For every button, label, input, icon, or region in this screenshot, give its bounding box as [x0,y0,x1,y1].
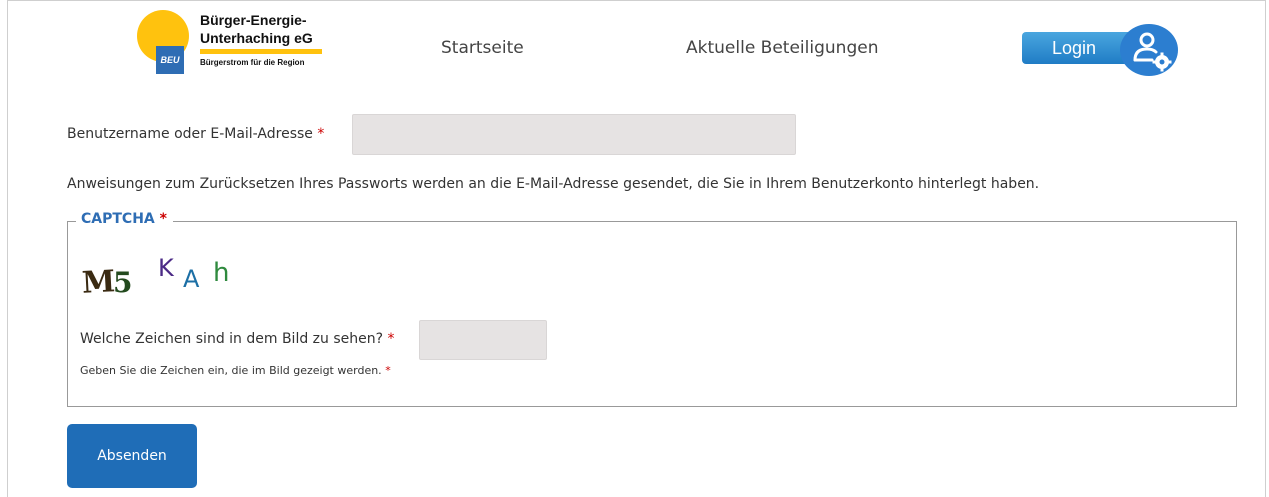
nav-aktuelle-beteiligungen[interactable]: Aktuelle Beteiligungen [686,38,878,58]
user-gear-icon[interactable] [1120,24,1178,76]
captcha-help-text: Geben Sie die Zeichen ein, die im Bild g… [80,364,391,377]
svg-text:K: K [158,254,175,282]
captcha-help-text-content: Geben Sie die Zeichen ein, die im Bild g… [80,364,382,377]
svg-text:M: M [81,264,116,296]
logo-name-line1: Bürger-Energie- [200,12,307,28]
captcha-question-text: Welche Zeichen sind in dem Bild zu sehen… [80,331,384,347]
username-input[interactable] [352,114,796,155]
logo-underline [200,49,322,54]
logo-name-line2: Unterhaching eG [200,30,313,46]
reset-instructions: Anweisungen zum Zurücksetzen Ihres Passw… [67,176,1040,192]
required-marker: * [159,211,167,227]
nav-startseite[interactable]: Startseite [441,38,524,58]
submit-button[interactable]: Absenden [67,424,197,488]
captcha-answer-input[interactable] [419,320,547,360]
required-marker: * [387,331,395,347]
logo-tagline: Bürgerstrom für die Region [200,58,305,67]
username-label-text: Benutzername oder E-Mail-Adresse [67,126,313,142]
required-marker: * [317,126,325,142]
svg-text:h: h [213,258,229,288]
logo-badge: BEU [156,46,184,74]
captcha-question-label: Welche Zeichen sind in dem Bild zu sehen… [80,331,395,347]
svg-text:5: 5 [113,266,132,296]
captcha-fieldset [67,221,1237,407]
svg-text:A: A [183,265,200,293]
captcha-image: M 5 K A h [80,254,260,301]
required-marker: * [385,364,391,377]
captcha-legend: CAPTCHA * [76,211,173,227]
site-logo[interactable]: BEU Bürger-Energie- Unterhaching eG Bürg… [137,10,347,82]
captcha-legend-text: CAPTCHA [81,211,155,227]
username-label: Benutzername oder E-Mail-Adresse * [67,126,324,142]
